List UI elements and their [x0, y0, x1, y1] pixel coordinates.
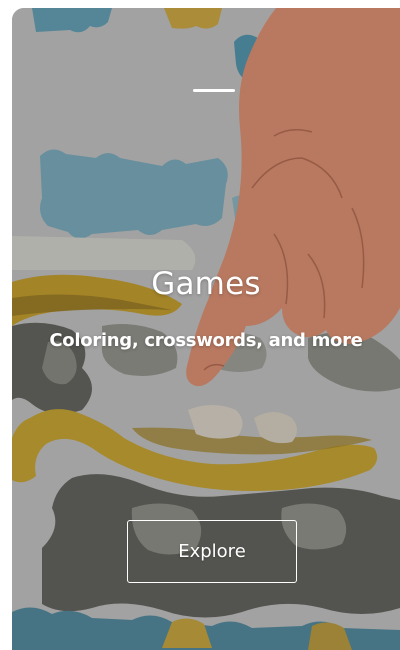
- games-card[interactable]: Games Coloring, crosswords, and more Exp…: [12, 8, 400, 650]
- explore-button[interactable]: Explore: [127, 520, 297, 583]
- card-subtitle: Coloring, crosswords, and more: [49, 330, 363, 351]
- card-title: Games: [151, 266, 261, 302]
- title-accent-dash: [193, 89, 235, 92]
